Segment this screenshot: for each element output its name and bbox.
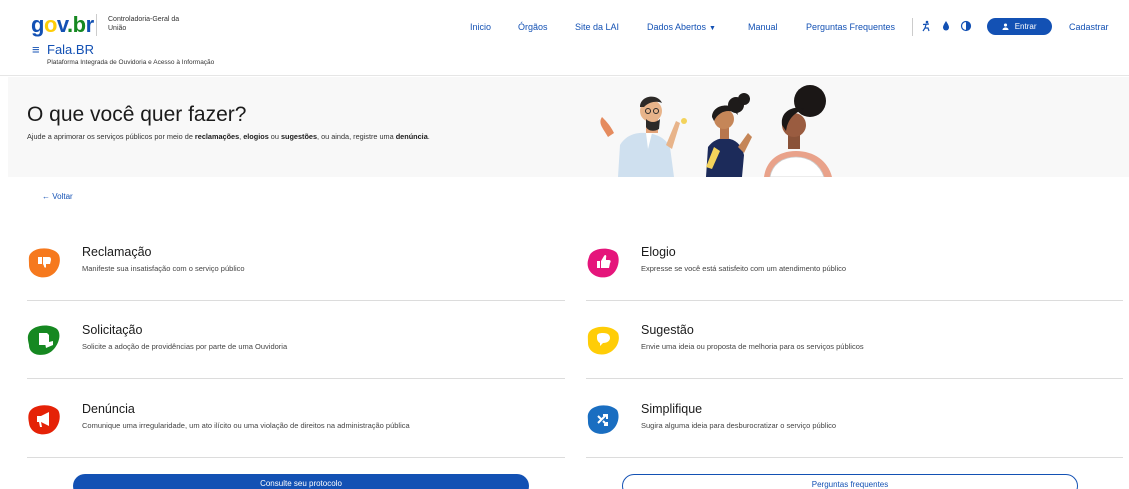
user-icon	[1002, 22, 1011, 31]
desc-text: Ajude a aprimorar os serviços públicos p…	[27, 132, 195, 141]
hero-banner: O que você quer fazer? Ajude a aprimorar…	[8, 77, 1129, 177]
thumbs-up-icon	[587, 248, 619, 278]
faq-button[interactable]: Perguntas frequentes	[622, 474, 1078, 489]
option-description: Solicite a adoção de providências por pa…	[82, 342, 288, 351]
color-drop-icon[interactable]	[940, 20, 952, 32]
option-elogio[interactable]: Elogio Expresse se você está satisfeito …	[586, 245, 1126, 323]
nav-orgaos[interactable]: Órgãos	[518, 21, 548, 33]
org-name: Controladoria-Geral da União	[108, 16, 180, 32]
option-reclamacao[interactable]: Reclamação Manifeste sua insatisfação co…	[27, 245, 567, 323]
option-title: Elogio	[641, 245, 676, 259]
nav-separator	[912, 18, 913, 36]
option-description: Expresse se você está satisfeito com um …	[641, 264, 847, 273]
site-header: gov.br Controladoria-Geral da União ≡ Fa…	[0, 0, 1129, 76]
back-label: Voltar	[52, 192, 73, 201]
option-solicitacao[interactable]: Solicitação Solicite a adoção de providê…	[27, 323, 567, 401]
nav-manual[interactable]: Manual	[748, 21, 778, 33]
menu-icon[interactable]: ≡	[32, 43, 40, 57]
option-description: Sugira alguma ideia para desburocratizar…	[641, 421, 837, 430]
people-illustration	[600, 85, 832, 177]
logo-letter-b: b	[72, 12, 86, 37]
desc-text: , ou ainda, registre uma	[317, 132, 396, 141]
nav-site-lai[interactable]: Site da LAI	[575, 21, 619, 33]
option-sugestao[interactable]: Sugestão Envie uma ideia ou proposta de …	[586, 323, 1126, 401]
hero-description: Ajude a aprimorar os serviços públicos p…	[27, 132, 430, 142]
login-label: Entrar	[1014, 22, 1037, 31]
logo-letter-g: g	[31, 12, 44, 37]
contrast-icon[interactable]	[960, 20, 972, 32]
gov-br-logo[interactable]: gov.br	[31, 14, 94, 36]
option-title: Simplifique	[641, 402, 703, 416]
register-link[interactable]: Cadastrar	[1069, 21, 1109, 33]
desc-bold: reclamações	[194, 132, 240, 141]
nav-inicio[interactable]: Inicio	[470, 21, 491, 33]
megaphone-icon	[28, 405, 60, 435]
option-description: Manifeste sua insatisfação com o serviço…	[82, 264, 245, 273]
thumbs-down-icon	[28, 248, 60, 278]
divider	[27, 300, 565, 301]
illustration-man	[600, 96, 687, 177]
logo-letter-o: o	[43, 12, 57, 37]
option-denuncia[interactable]: Denúncia Comunique uma irregularidade, u…	[27, 402, 567, 480]
consult-protocol-button[interactable]: Consulte seu protocolo	[73, 474, 529, 489]
app-name[interactable]: Fala.BR	[47, 42, 94, 57]
option-description: Envie uma ideia ou proposta de melhoria …	[641, 342, 864, 351]
nav-dados-abertos-label: Dados Abertos	[647, 22, 707, 32]
option-title: Sugestão	[641, 323, 694, 337]
arrow-left-icon: ←	[42, 192, 50, 201]
illustration-woman-2	[764, 85, 832, 177]
desc-text: .	[427, 132, 430, 141]
desc-bold: sugestões	[280, 132, 318, 141]
page-title: O que você quer fazer?	[27, 103, 247, 126]
app-subtitle: Plataforma Integrada de Ouvidoria e Aces…	[47, 59, 215, 66]
accessibility-icon[interactable]	[920, 20, 932, 32]
divider	[586, 457, 1123, 458]
option-title: Denúncia	[82, 402, 135, 416]
option-simplifique[interactable]: Simplifique Sugira alguma ideia para des…	[586, 402, 1126, 480]
divider	[27, 457, 565, 458]
divider	[586, 378, 1123, 379]
desc-text: ou	[268, 132, 281, 141]
logo-letter-r: r	[85, 12, 95, 37]
caret-down-icon: ▼	[709, 25, 716, 32]
nav-dados-abertos[interactable]: Dados Abertos ▼	[647, 21, 716, 35]
document-hand-icon	[27, 325, 60, 355]
logo-letter-v: v	[56, 12, 68, 37]
divider	[586, 300, 1123, 301]
desc-bold: elogios	[243, 132, 269, 141]
option-title: Solicitação	[82, 323, 143, 337]
nav-perguntas-frequentes[interactable]: Perguntas Frequentes	[806, 21, 895, 33]
login-button[interactable]: Entrar	[987, 18, 1052, 35]
option-title: Reclamação	[82, 245, 152, 259]
option-description: Comunique uma irregularidade, um ato ilí…	[82, 421, 410, 430]
speech-bubble-icon	[587, 326, 619, 355]
logo-separator	[96, 14, 97, 36]
back-link[interactable]: ← Voltar	[42, 192, 73, 202]
illustration-woman-1	[706, 93, 752, 177]
divider	[27, 378, 565, 379]
desc-bold: denúncia	[395, 132, 428, 141]
simplify-arrows-icon	[587, 405, 619, 434]
